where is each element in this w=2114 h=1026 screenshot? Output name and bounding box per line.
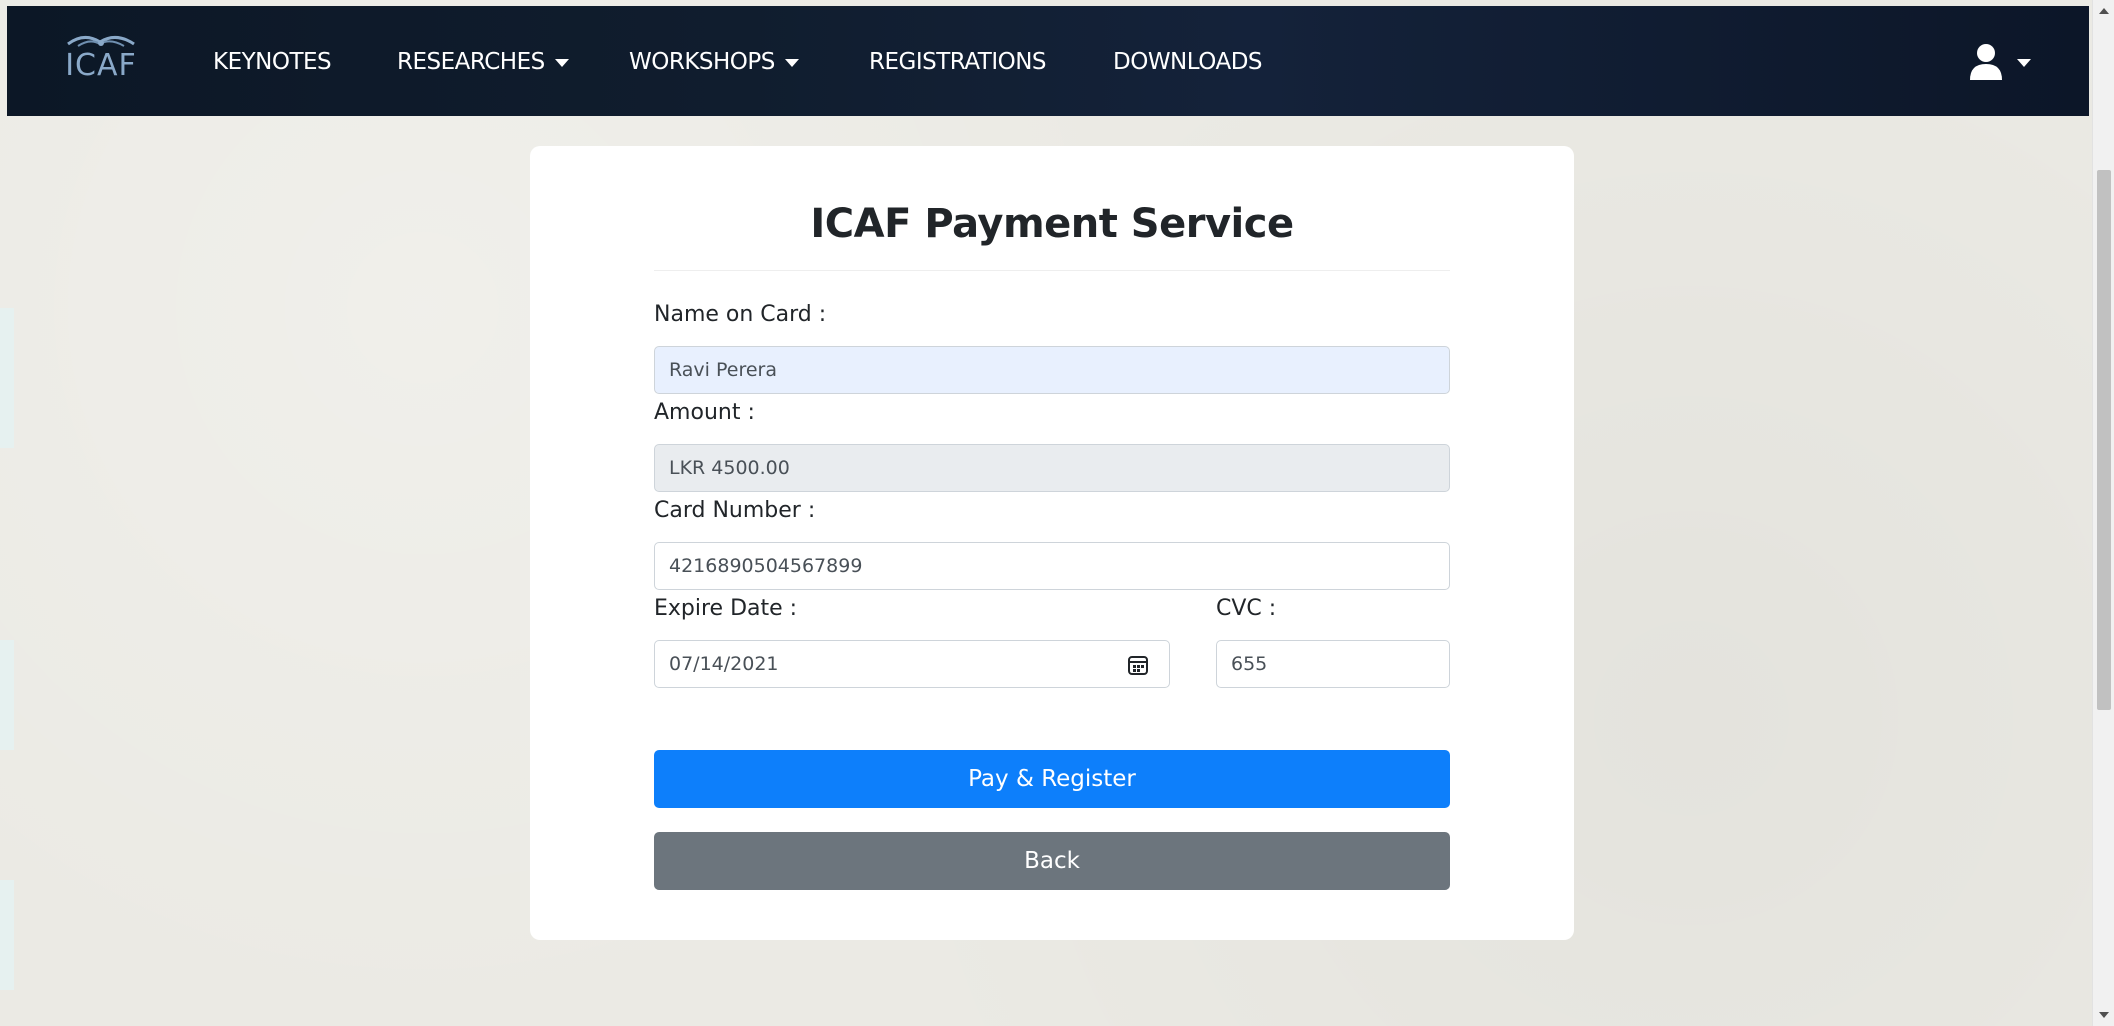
- name-on-card-input[interactable]: Ravi Perera: [654, 346, 1450, 394]
- expire-date-input[interactable]: 07/14/2021: [654, 640, 1170, 688]
- page-title: ICAF Payment Service: [810, 201, 1294, 247]
- caret-down-icon: [554, 59, 569, 67]
- scroll-up-arrow-icon[interactable]: [2099, 8, 2109, 14]
- user-menu-toggle[interactable]: [1969, 42, 2031, 82]
- nav-registrations[interactable]: REGISTRATIONS: [869, 49, 1047, 75]
- calendar-icon[interactable]: [1127, 654, 1149, 676]
- user-icon: [1970, 44, 2002, 80]
- name-on-card-label: Name on Card :: [654, 302, 827, 327]
- background-decoration: [0, 640, 14, 750]
- caret-down-icon: [784, 59, 799, 67]
- card-number-label: Card Number :: [654, 498, 816, 523]
- expire-date-label: Expire Date :: [654, 596, 798, 621]
- nav-keynotes-label: KEYNOTES: [213, 49, 332, 75]
- scroll-down-arrow-icon[interactable]: [2099, 1012, 2109, 1018]
- card-number-input[interactable]: 4216890504567899: [654, 542, 1450, 590]
- nav-workshops[interactable]: WORKSHOPS: [629, 49, 799, 75]
- payment-card: ICAF Payment Service Name on Card : Ravi…: [530, 146, 1574, 940]
- background-decoration: [0, 308, 14, 448]
- amount-input: LKR 4500.00: [654, 444, 1450, 492]
- divider: [654, 270, 1450, 271]
- cvc-input[interactable]: 655: [1216, 640, 1450, 688]
- vertical-scrollbar[interactable]: [2092, 0, 2114, 1026]
- nav-keynotes[interactable]: KEYNOTES: [213, 49, 332, 75]
- amount-value: LKR 4500.00: [669, 457, 790, 479]
- back-button[interactable]: Back: [654, 832, 1450, 890]
- cvc-value: 655: [1231, 653, 1268, 675]
- nav-researches-label: RESEARCHES: [397, 49, 545, 75]
- cvc-label: CVC :: [1216, 596, 1277, 621]
- top-navbar: ICAF KEYNOTES RESEARCHES WORKSHOPS REGIS…: [7, 6, 2089, 116]
- nav-registrations-label: REGISTRATIONS: [869, 49, 1047, 75]
- icaf-logo[interactable]: ICAF: [53, 30, 149, 102]
- scrollbar-thumb[interactable]: [2097, 170, 2111, 710]
- name-on-card-value: Ravi Perera: [669, 359, 777, 381]
- expire-date-value: 07/14/2021: [669, 653, 779, 675]
- card-number-value: 4216890504567899: [669, 555, 863, 577]
- background-decoration: [0, 880, 14, 990]
- nav-workshops-label: WORKSHOPS: [629, 49, 775, 75]
- nav-downloads-label: DOWNLOADS: [1113, 49, 1263, 75]
- amount-label: Amount :: [654, 400, 755, 425]
- nav-downloads[interactable]: DOWNLOADS: [1113, 49, 1263, 75]
- caret-down-icon: [2017, 59, 2031, 67]
- nav-researches[interactable]: RESEARCHES: [397, 49, 569, 75]
- logo-text: ICAF: [65, 48, 137, 83]
- pay-register-button[interactable]: Pay & Register: [654, 750, 1450, 808]
